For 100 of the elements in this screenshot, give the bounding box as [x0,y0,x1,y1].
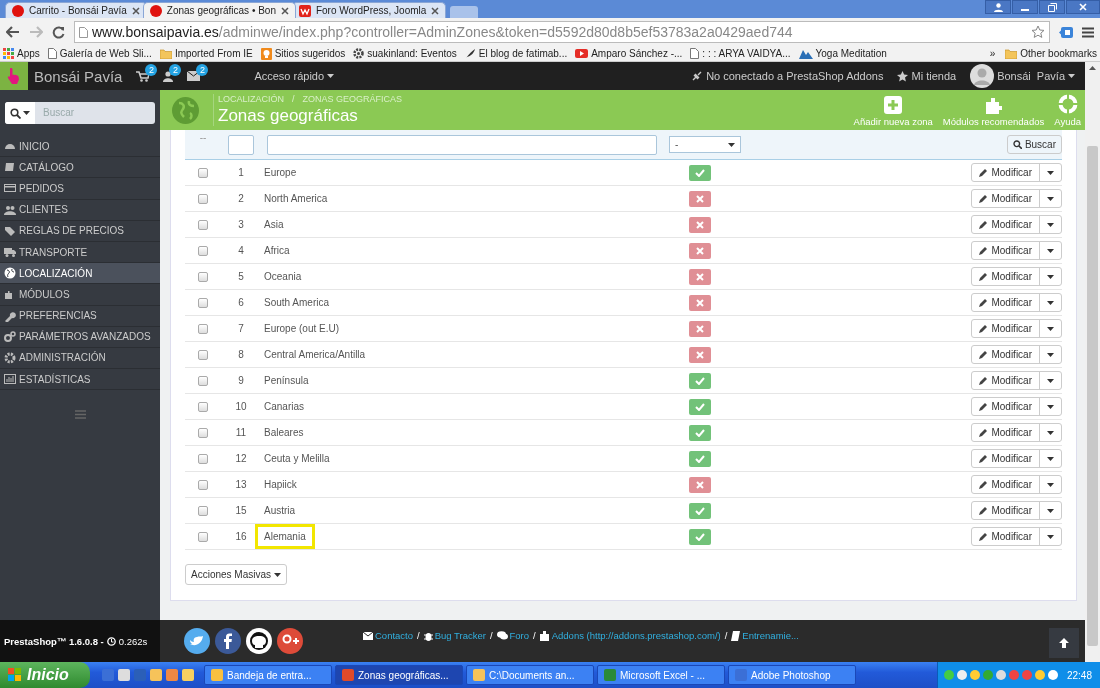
bookmarks-overflow[interactable]: » [989,48,996,59]
social-media-icon[interactable] [246,628,272,654]
bookmark[interactable]: Imported From IE [159,48,253,59]
taskbar-button[interactable]: Microsoft Excel - ... [597,665,725,685]
tray-icon[interactable] [969,670,980,680]
scrollbar-thumb[interactable] [1087,146,1098,646]
bookmark[interactable]: Yoga Meditation [798,48,887,59]
sidebar-item[interactable]: CLIENTES [0,199,160,221]
row-checkbox[interactable] [198,531,208,542]
quick-access-menu[interactable]: Acceso rápido [254,70,335,82]
addons-status-link[interactable]: No conectado a PrestaShop Addons [691,70,884,82]
status-select[interactable]: - [669,136,741,153]
bookmark-folder[interactable]: Other bookmarks [1005,48,1097,59]
app-icon[interactable] [150,669,162,681]
app-icon[interactable] [118,669,130,681]
tray-icon[interactable] [956,670,967,680]
taskbar-button[interactable]: Adobe Photoshop [728,665,856,685]
input-field[interactable] [228,134,254,155]
enabled-toggle[interactable] [689,502,711,519]
row-checkbox[interactable] [198,323,208,334]
forward-icon[interactable] [29,26,43,38]
row-checkbox[interactable] [198,479,208,490]
restore-button[interactable] [1039,0,1065,14]
arrow-up-icon[interactable] [1089,66,1096,70]
row-checkbox[interactable] [198,167,208,178]
reload-icon[interactable] [52,25,65,39]
back-to-top-button[interactable] [1049,628,1079,658]
tray-icon[interactable] [1021,670,1032,680]
my-shop-link[interactable]: Mi tienda [897,70,957,82]
user-menu[interactable]: Bonsái Pavía [970,64,1075,88]
new-tab-button[interactable] [450,6,479,18]
star-icon[interactable] [1031,25,1045,39]
footer-link[interactable]: Foro [496,630,530,641]
close-icon[interactable] [131,6,140,15]
row-checkbox[interactable] [198,271,208,282]
sidebar-item[interactable]: INICIO [0,136,160,158]
enabled-toggle[interactable] [689,164,711,181]
tray-icon[interactable] [1047,670,1058,680]
footer-link[interactable]: Entrenamie... [731,630,799,641]
minimize-button[interactable] [1012,0,1038,14]
sidebar-item[interactable]: PREFERENCIAS [0,305,160,327]
tray-icon[interactable] [995,670,1006,680]
enabled-toggle[interactable] [689,398,711,415]
row-checkbox[interactable] [198,427,208,438]
taskbar-button[interactable]: C:\Documents an... [466,665,594,685]
enabled-toggle[interactable] [689,528,711,545]
row-checkbox[interactable] [198,245,208,256]
enabled-toggle[interactable] [689,424,711,441]
row-checkbox[interactable] [198,453,208,464]
app-icon[interactable] [166,669,178,681]
social-media-icon[interactable] [184,628,210,654]
row-checkbox[interactable] [198,193,208,204]
close-icon[interactable] [280,6,289,15]
footer-link[interactable]: Contacto [363,630,414,641]
bookmark[interactable]: Sitios sugeridos [260,47,346,60]
row-checkbox[interactable] [198,349,208,360]
sidebar-item[interactable]: ESTADÍSTICAS [0,369,160,391]
bookmark[interactable]: : : : ARYA VAIDYA... [690,48,791,59]
search-button[interactable]: Buscar [1006,135,1062,154]
bookmark[interactable]: Amparo Sánchez -... [575,48,683,59]
tray-icon[interactable] [1008,670,1019,680]
menu-icon[interactable] [1082,26,1094,38]
back-icon[interactable] [6,26,20,38]
footer-link[interactable]: Addons (http://addons.prestashop.com/) [539,630,721,641]
row-checkbox[interactable] [198,505,208,516]
sidebar-item[interactable]: MÓDULOS [0,284,160,306]
address-field[interactable]: www.bonsaipavia.es/adminwe/index.php?controller=AdminZones&token=d5592d80d8b5ef53783a2a0429aed744 [74,21,1050,43]
enabled-toggle[interactable] [689,372,711,389]
sidebar-item[interactable]: REGLAS DE PRECIOS [0,220,160,242]
social-media-icon[interactable] [215,628,241,654]
sidebar-item[interactable]: ADMINISTRACIÓN [0,347,160,370]
footer-link[interactable]: Bug Tracker [423,630,486,641]
sidebar-item[interactable]: CATÁLOGO [0,157,160,179]
bookmark[interactable]: Galería de Web Sli... [47,48,152,59]
close-window-button[interactable] [1066,0,1100,14]
row-checkbox[interactable] [198,401,208,412]
input-field[interactable] [267,134,657,155]
logo[interactable] [0,62,28,90]
app-icon[interactable] [182,669,194,681]
bookmark[interactable]: El blog de fatimab... [464,48,568,59]
sidebar-item[interactable]: PARÁMETROS AVANZADOS [0,326,160,348]
bulk-actions-button[interactable]: Acciones Masivas [185,564,288,585]
tray-icon[interactable] [943,670,954,680]
tray-icon[interactable] [1034,670,1045,680]
bookmark[interactable]: suakinland: Eventos [353,48,457,59]
taskbar-button[interactable]: Bandeja de entra... [204,665,332,685]
bookmark[interactable]: Apps [3,48,40,59]
profile-button[interactable] [985,0,1011,14]
browser-tab[interactable]: Zonas geográficas • Bon [142,2,296,18]
sidebar-item[interactable]: LOCALIZACIÓN [0,263,160,285]
row-checkbox[interactable] [198,219,208,230]
taskbar-button[interactable]: Zonas geográficas... [335,665,463,685]
enabled-toggle[interactable] [689,450,711,467]
social-media-icon[interactable] [277,628,303,654]
row-checkbox[interactable] [198,375,208,386]
sidebar-item[interactable]: PEDIDOS [0,178,160,200]
close-icon[interactable] [431,6,440,15]
shop-name[interactable]: Bonsái Pavía [34,67,123,85]
row-checkbox[interactable] [198,297,208,308]
extension-icon[interactable] [1059,26,1073,38]
